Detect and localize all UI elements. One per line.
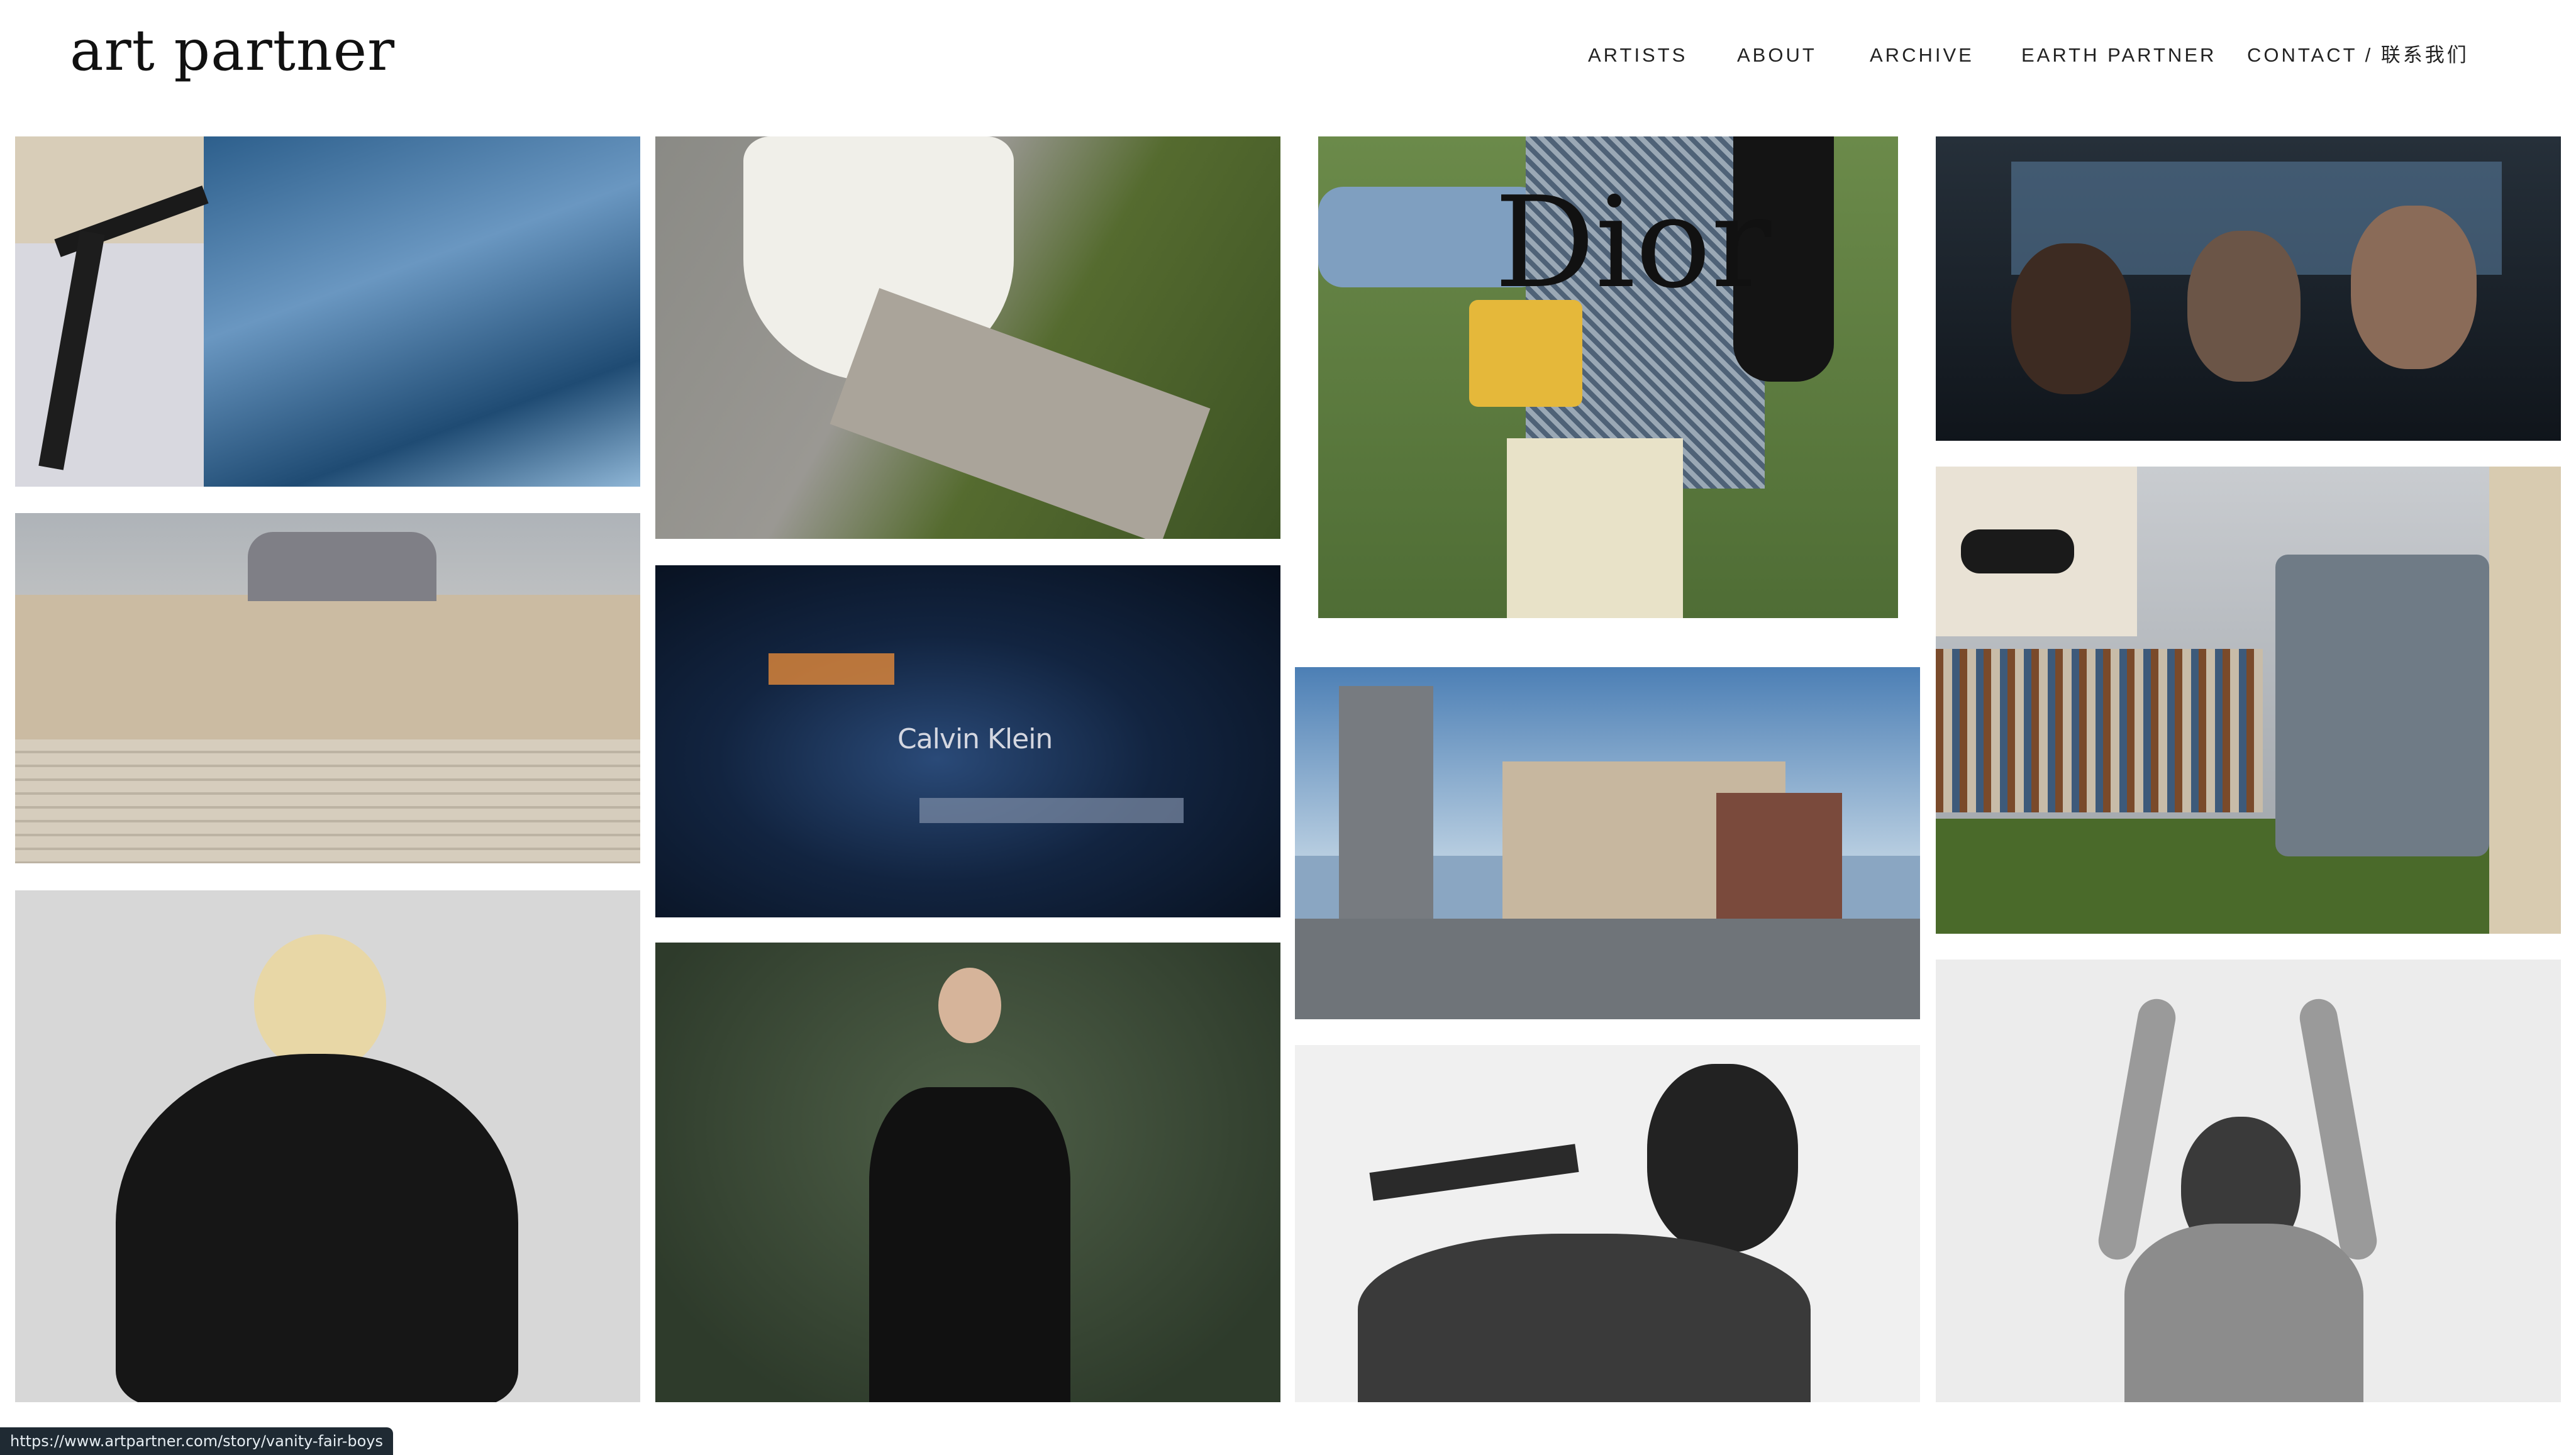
story-tile[interactable] <box>15 513 640 863</box>
main-nav: ARTISTS ABOUT ARCHIVE EARTH PARTNER CONT… <box>0 43 2576 68</box>
story-tile[interactable] <box>1936 960 2561 1402</box>
story-image <box>1936 467 2561 934</box>
story-tile[interactable] <box>15 136 640 487</box>
story-image <box>15 890 640 1402</box>
story-tile[interactable]: Dior <box>1318 136 1898 618</box>
story-image <box>1936 960 2561 1402</box>
story-image <box>655 136 1280 539</box>
story-tile[interactable] <box>15 890 640 1402</box>
story-tile[interactable] <box>1295 667 1920 1019</box>
story-tile[interactable] <box>1936 467 2561 934</box>
nav-earth-partner[interactable]: EARTH PARTNER <box>2021 43 2216 68</box>
nav-artists[interactable]: ARTISTS <box>1588 43 1687 68</box>
story-tile[interactable] <box>655 136 1280 539</box>
status-bar-url: https://www.artpartner.com/story/vanity-… <box>0 1427 393 1455</box>
nav-contact[interactable]: CONTACT / 联系我们 <box>2247 43 2469 68</box>
story-image <box>1936 136 2561 441</box>
story-image <box>15 513 640 863</box>
story-tile[interactable]: Calvin Klein <box>655 565 1280 917</box>
story-tile[interactable] <box>1936 136 2561 441</box>
story-image <box>1295 667 1920 1019</box>
dior-logo: Dior <box>1494 170 1772 316</box>
nav-about[interactable]: ABOUT <box>1737 43 1817 68</box>
story-image <box>1295 1045 1920 1402</box>
story-tile[interactable] <box>1295 1045 1920 1402</box>
calvin-klein-logo: Calvin Klein <box>897 723 1053 755</box>
nav-archive[interactable]: ARCHIVE <box>1870 43 1974 68</box>
story-image <box>655 943 1280 1402</box>
story-tile[interactable] <box>655 943 1280 1402</box>
story-image <box>15 136 640 487</box>
